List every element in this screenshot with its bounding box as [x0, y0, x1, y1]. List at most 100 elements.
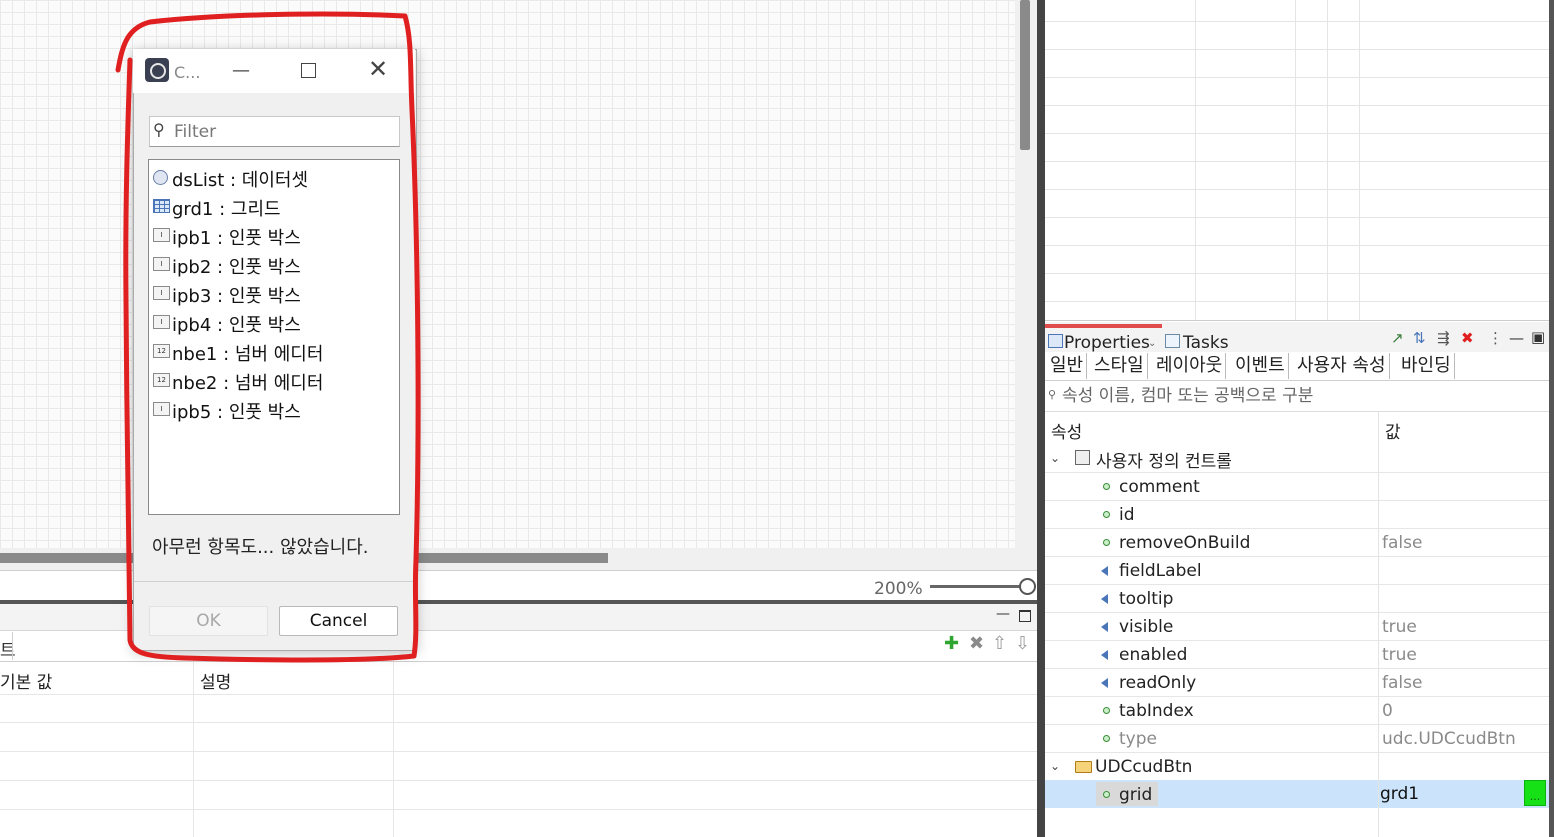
- number-editor-icon: 12: [153, 373, 170, 387]
- tab-style[interactable]: 스타일: [1091, 353, 1148, 379]
- chevron-down-icon[interactable]: ⌄: [1148, 338, 1156, 349]
- properties-search-input[interactable]: [1062, 384, 1542, 408]
- zoom-slider-knob[interactable]: [1019, 578, 1036, 595]
- minimize-icon[interactable]: —: [996, 606, 1010, 622]
- list-item-label: nbe1 : 넘버 에디터: [172, 344, 324, 365]
- group-label: UDCcudBtn: [1095, 757, 1193, 777]
- property-value[interactable]: true: [1382, 617, 1417, 637]
- search-icon: ⚲: [153, 120, 165, 139]
- tasks-icon: [1165, 334, 1180, 348]
- list-item-label: ipb5 : 인풋 박스: [172, 402, 301, 423]
- zoom-level-label: 200%: [874, 579, 923, 599]
- table-row: [0, 694, 1037, 695]
- search-icon: ⚲: [1048, 388, 1057, 401]
- delete-icon[interactable]: ✖: [969, 633, 984, 654]
- maximize-icon[interactable]: [1019, 610, 1031, 622]
- cancel-button[interactable]: Cancel: [279, 606, 398, 636]
- input-box-icon: I: [153, 315, 170, 329]
- property-value[interactable]: true: [1382, 645, 1417, 665]
- move-down-icon[interactable]: ⇩: [1015, 633, 1030, 654]
- active-tab-indicator: [1045, 324, 1162, 328]
- number-editor-icon: 12: [153, 344, 170, 358]
- app-logo-gear-icon: [150, 63, 166, 79]
- tab-layout[interactable]: 레이아웃: [1153, 353, 1227, 379]
- tab-user-properties[interactable]: 사용자 속성: [1294, 353, 1390, 379]
- bottom-panel-column-header: [0, 662, 1037, 694]
- grid-line: [1045, 189, 1550, 190]
- remove-icon[interactable]: ✖: [1461, 329, 1474, 347]
- column-divider: [193, 662, 194, 837]
- table-row: [0, 780, 1037, 781]
- list-item-label: ipb4 : 인풋 박스: [172, 315, 301, 336]
- column-description: 설명: [200, 673, 232, 693]
- close-icon[interactable]: ✕: [368, 55, 388, 83]
- property-value[interactable]: 0: [1382, 701, 1393, 721]
- list-item-label: ipb3 : 인풋 박스: [172, 286, 301, 307]
- minimize-icon[interactable]: —: [232, 60, 250, 81]
- tab-properties[interactable]: Properties: [1064, 333, 1150, 353]
- property-name: tooltip: [1119, 589, 1174, 609]
- property-row-empty: [1045, 808, 1549, 836]
- grid-icon: [153, 199, 170, 213]
- add-icon[interactable]: ✚: [944, 633, 959, 654]
- tab-separator: [12, 632, 13, 660]
- grid-line: [1045, 49, 1550, 50]
- property-name: fieldLabel: [1119, 561, 1202, 581]
- bottom-panel-tab[interactable]: 트: [0, 636, 16, 661]
- chevron-down-icon[interactable]: ⌄: [1050, 451, 1060, 465]
- property-name: type: [1119, 729, 1157, 749]
- inherited-icon: [1101, 678, 1108, 688]
- tab-events[interactable]: 이벤트: [1232, 353, 1289, 379]
- grid-line: [1045, 245, 1550, 246]
- property-name: visible: [1119, 617, 1174, 637]
- minimize-icon[interactable]: —: [1509, 329, 1524, 347]
- property-value-grid[interactable]: grd1: [1380, 784, 1419, 804]
- property-name: tabIndex: [1119, 701, 1194, 721]
- list-item-label: grd1 : 그리드: [172, 199, 281, 220]
- group-label: 사용자 정의 컨트롤: [1096, 452, 1232, 472]
- grid-line: [1195, 0, 1196, 320]
- column-divider: [393, 662, 394, 837]
- tab-tasks[interactable]: Tasks: [1183, 333, 1229, 353]
- inherited-icon: [1101, 594, 1108, 604]
- zoom-slider-track[interactable]: [930, 585, 1022, 588]
- property-value[interactable]: false: [1382, 673, 1422, 693]
- input-box-icon: I: [153, 257, 170, 271]
- chevron-down-icon[interactable]: ⌄: [1050, 759, 1060, 773]
- attribute-icon: [1103, 539, 1110, 546]
- grid-line: [1327, 0, 1328, 320]
- grid-line: [1045, 77, 1550, 78]
- move-up-icon[interactable]: ⇧: [992, 633, 1007, 654]
- property-value[interactable]: udc.UDCcudBtn: [1382, 729, 1516, 749]
- input-box-icon: I: [153, 228, 170, 242]
- dialog-status-message: 아무런 항목도... 않았습니다.: [152, 537, 369, 558]
- ok-button[interactable]: OK: [149, 606, 268, 636]
- list-item-label: dsList : 데이터셋: [172, 170, 309, 191]
- column-value: 값: [1385, 423, 1401, 443]
- filter-icon[interactable]: ⇶: [1437, 329, 1450, 347]
- inherited-icon: [1101, 566, 1108, 576]
- tab-binding[interactable]: 바인딩: [1398, 353, 1455, 379]
- ellipsis-button[interactable]: ...: [1524, 780, 1546, 806]
- dialog-title: C...: [174, 63, 201, 82]
- maximize-icon[interactable]: [301, 63, 316, 78]
- attribute-icon: [1103, 511, 1110, 518]
- attribute-icon: [1103, 735, 1110, 742]
- property-name: comment: [1119, 477, 1200, 497]
- attribute-icon: [1103, 483, 1110, 490]
- inherited-icon: [1101, 650, 1108, 660]
- vertical-splitter[interactable]: [1037, 0, 1045, 837]
- filter-input[interactable]: [174, 120, 394, 144]
- sort-az-icon[interactable]: ⇅: [1413, 329, 1426, 347]
- canvas-vertical-scroll-thumb[interactable]: [1020, 0, 1030, 150]
- list-item-label: nbe2 : 넘버 에디터: [172, 373, 324, 394]
- grid-line: [1045, 301, 1550, 302]
- export-icon[interactable]: ↗: [1391, 329, 1404, 347]
- column-property: 속성: [1051, 423, 1083, 443]
- tab-general[interactable]: 일반: [1047, 353, 1088, 379]
- column-default-value: 기본 값: [0, 673, 53, 693]
- dataset-icon: [153, 170, 168, 185]
- view-menu-icon[interactable]: ⋮: [1488, 329, 1503, 347]
- maximize-icon[interactable]: ▣: [1531, 328, 1545, 346]
- property-value[interactable]: false: [1382, 533, 1422, 553]
